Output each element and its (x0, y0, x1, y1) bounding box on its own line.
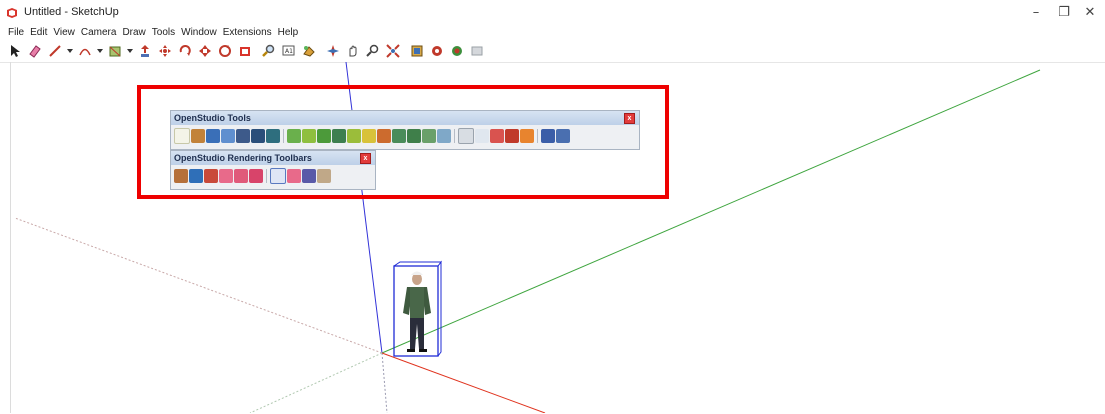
scene-canvas (14, 61, 1041, 413)
blue-axis-negative (381, 352, 388, 413)
green-axis-negative (249, 352, 383, 413)
highlight-annotation-box (137, 85, 669, 199)
red-axis-negative (14, 217, 383, 354)
red-axis (381, 352, 546, 413)
person-component[interactable] (393, 260, 442, 357)
